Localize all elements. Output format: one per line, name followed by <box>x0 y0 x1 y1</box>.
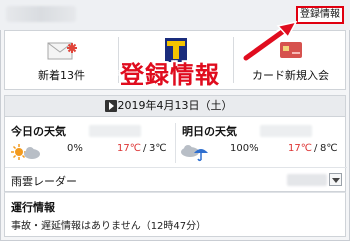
link-new-mail-label: 新着13件 <box>38 69 85 82</box>
register-info-button[interactable]: 登録情報 <box>296 6 344 24</box>
rain-radar-link[interactable]: 雨雲レーダー <box>11 173 77 189</box>
sun-cloud-icon <box>11 144 40 160</box>
today-precip: 0% <box>67 143 83 154</box>
area-redacted <box>287 174 327 186</box>
weather-tomorrow-title: 明日の天気 <box>182 125 237 138</box>
date-text: 2019年4月13日（土） <box>117 99 233 112</box>
today-high: 17℃ <box>117 143 141 154</box>
weather-today-title: 今日の天気 <box>11 125 66 138</box>
weather-tomorrow[interactable]: 明日の天気 100% 17℃ / 8℃ <box>176 117 346 167</box>
link-new-mail[interactable]: 新着13件 <box>5 31 118 89</box>
play-arrow-icon[interactable] <box>105 100 117 112</box>
weather-panel: 今日の天気 0% 17℃ / 3℃ 明日の天気 100% 17℃ / 8℃ 雨雲… <box>4 117 347 192</box>
train-info-message[interactable]: 事故・遅延情報はありません（12時47分） <box>11 217 206 232</box>
location-redacted <box>89 125 141 137</box>
tomorrow-precip: 100% <box>230 143 259 154</box>
area-dropdown[interactable] <box>329 173 342 186</box>
train-info-panel: 運行情報 事故・遅延情報はありません（12時47分） <box>4 192 346 237</box>
train-info-title: 運行情報 <box>11 201 55 214</box>
cloud-umbrella-icon <box>181 145 208 162</box>
today-low: 3℃ <box>149 143 167 154</box>
credit-card-icon <box>280 42 302 58</box>
date-bar: 2019年4月13日（土） <box>4 95 346 117</box>
annotation-label: 登録情報 <box>120 61 220 89</box>
rain-radar-row: 雨雲レーダー <box>5 167 347 191</box>
user-info-redacted <box>6 6 76 22</box>
tomorrow-low: 8℃ <box>320 143 338 154</box>
weather-today[interactable]: 今日の天気 0% 17℃ / 3℃ <box>5 117 175 167</box>
temp-slash: / <box>143 143 147 154</box>
temp-slash: / <box>314 143 318 154</box>
top-bar: 登録情報 <box>0 0 350 30</box>
tomorrow-high: 17℃ <box>288 143 312 154</box>
location-redacted <box>260 125 312 137</box>
mail-icon <box>47 42 77 60</box>
